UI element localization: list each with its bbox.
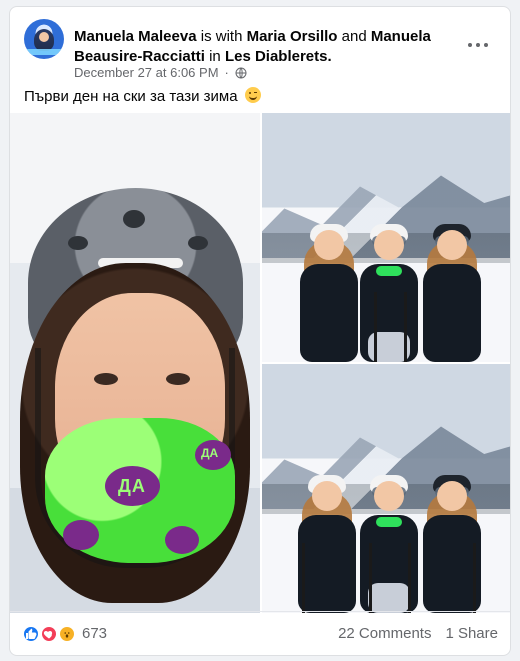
- avatar-face: [39, 32, 49, 42]
- and-text: and: [341, 28, 367, 45]
- person-2: [354, 222, 424, 362]
- location-link[interactable]: Les Diablerets.: [225, 48, 332, 65]
- tagged-user-link-1[interactable]: Maria Orsillo: [247, 28, 338, 45]
- wow-reaction-icon: [58, 624, 76, 643]
- photo-group-bottom[interactable]: [262, 364, 510, 613]
- with-text: is with: [200, 28, 243, 45]
- reaction-count: 673: [82, 625, 108, 642]
- engagement-actions: 22 Comments 1 Share: [338, 625, 498, 642]
- helmet-vent: [123, 210, 145, 228]
- person-face: [312, 481, 342, 511]
- caption-text: Първи ден на ски за тази зима: [24, 88, 238, 105]
- mask-pattern: [63, 520, 99, 550]
- love-reaction-icon: [40, 624, 58, 643]
- person-3: [417, 222, 487, 362]
- ski-pole: [473, 543, 476, 613]
- timestamp-link[interactable]: December 27 at 6:06 PM: [74, 65, 219, 80]
- ski-pole: [404, 292, 407, 362]
- person-face: [374, 230, 404, 260]
- person-jacket: [300, 264, 358, 362]
- post-footer: 673 22 Comments 1 Share: [10, 611, 510, 655]
- author-avatar[interactable]: [24, 19, 64, 59]
- in-text: in: [209, 48, 221, 65]
- shares-link[interactable]: 1 Share: [445, 625, 498, 642]
- photo-grid: ДА ДА: [10, 113, 510, 613]
- person-2: [354, 473, 424, 613]
- ski-pole: [369, 543, 372, 613]
- person-face: [374, 481, 404, 511]
- mask-text-small: ДА: [201, 446, 219, 460]
- person-pants: [368, 583, 410, 613]
- ski-pole: [302, 543, 305, 613]
- person-face: [437, 230, 467, 260]
- person-jacket: [423, 264, 481, 362]
- post-header: Manuela Maleeva is with Maria Orsillo an…: [24, 17, 498, 80]
- photo-selfie[interactable]: ДА ДА: [10, 113, 260, 613]
- post-meta: December 27 at 6:06 PM ·: [74, 65, 247, 80]
- ski-pole: [374, 292, 377, 362]
- smiling-face-emoji: [244, 87, 261, 103]
- person-face: [437, 481, 467, 511]
- meta-dot: ·: [224, 65, 229, 80]
- person-1: [292, 473, 362, 613]
- post-caption: Първи ден на ски за тази зима: [24, 87, 261, 107]
- mask-pattern: [165, 526, 199, 554]
- person-face: [314, 230, 344, 260]
- globe-icon: [235, 67, 247, 78]
- mask-text: ДА: [118, 476, 146, 496]
- reactions-summary[interactable]: 673: [22, 624, 108, 643]
- post-title: Manuela Maleeva is with Maria Orsillo an…: [74, 27, 474, 67]
- photo-group-top[interactable]: [262, 113, 510, 362]
- author-name-link[interactable]: Manuela Maleeva: [74, 28, 197, 45]
- helmet-vent: [188, 236, 208, 250]
- like-reaction-icon: [22, 624, 40, 643]
- face-mask: ДА ДА: [45, 418, 235, 563]
- person-scarf: [376, 517, 402, 527]
- post-card: Manuela Maleeva is with Maria Orsillo an…: [9, 6, 511, 656]
- helmet-vent: [68, 236, 88, 250]
- ski-pole: [408, 543, 411, 613]
- person-scarf: [376, 266, 402, 276]
- more-horizontal-icon[interactable]: [464, 35, 492, 55]
- person-3: [417, 473, 487, 613]
- comments-link[interactable]: 22 Comments: [338, 625, 431, 642]
- person-jacket: [298, 515, 356, 613]
- avatar-banner: [26, 49, 62, 55]
